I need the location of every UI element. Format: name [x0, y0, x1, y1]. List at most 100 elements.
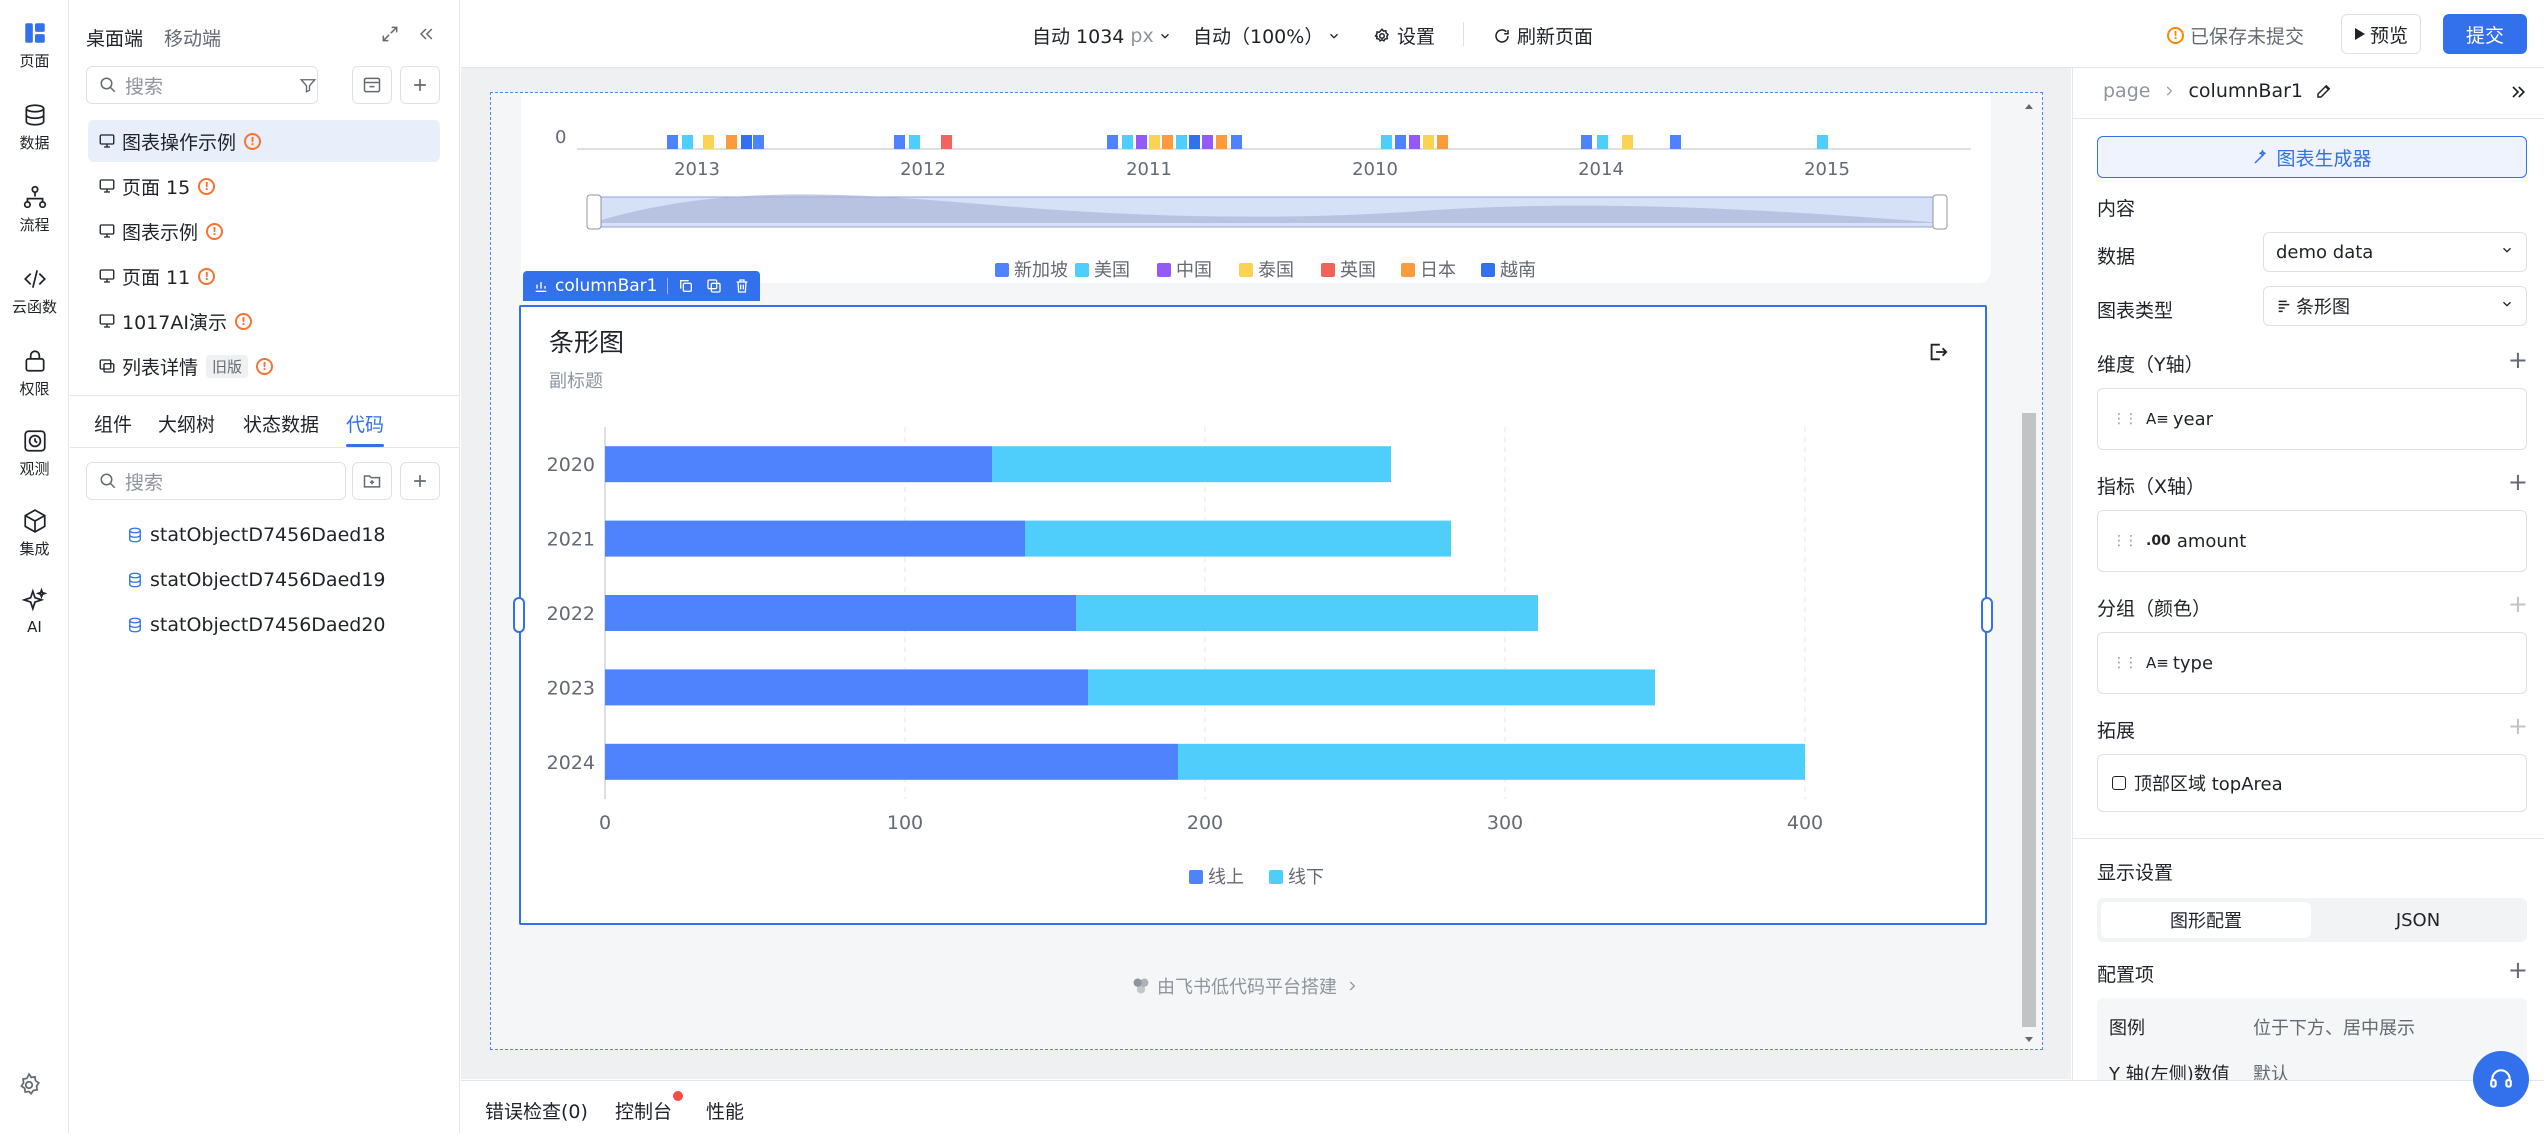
- legend-label[interactable]: 线下: [1288, 867, 1324, 888]
- width-dropdown[interactable]: 自动 1034 px: [1032, 22, 1172, 49]
- extend-field[interactable]: 顶部区域 topArea: [2097, 754, 2527, 812]
- submit-button[interactable]: 提交: [2443, 14, 2527, 54]
- tab-desktop[interactable]: 桌面端: [86, 24, 143, 51]
- add-metric-button[interactable]: +: [2508, 470, 2528, 494]
- bar-线上[interactable]: [605, 595, 1076, 631]
- help-service-button[interactable]: [2473, 1051, 2529, 1107]
- legend-label[interactable]: 中国: [1176, 260, 1212, 281]
- seg-json[interactable]: JSON: [2313, 902, 2523, 938]
- component-tag[interactable]: columnBar1: [523, 271, 761, 301]
- new-template-button[interactable]: [352, 66, 392, 104]
- chart-type-select[interactable]: 条形图: [2263, 286, 2527, 326]
- page-item[interactable]: 列表详情 旧版 !: [88, 345, 440, 387]
- drag-handle-icon[interactable]: ⋮⋮: [2112, 655, 2138, 671]
- expand-icon[interactable]: [380, 24, 400, 44]
- page-item[interactable]: 页面 15 !: [88, 165, 440, 207]
- breadcrumb-root[interactable]: page: [2103, 80, 2150, 102]
- delete-icon[interactable]: [734, 278, 750, 294]
- collapse-panel-icon[interactable]: [416, 24, 436, 44]
- code-item[interactable]: statObjectD7456Daed19: [126, 569, 386, 591]
- new-folder-button[interactable]: [352, 462, 392, 500]
- tab-components[interactable]: 组件: [94, 410, 132, 437]
- tab-state-data[interactable]: 状态数据: [243, 410, 319, 437]
- zoom-dropdown[interactable]: 自动（100%）: [1193, 22, 1341, 49]
- bar-线下[interactable]: [1088, 669, 1655, 706]
- resize-handle-left[interactable]: [513, 597, 525, 633]
- add-page-button[interactable]: [400, 66, 440, 104]
- bar-线上[interactable]: [605, 446, 992, 483]
- rail-item-permission[interactable]: 权限: [0, 348, 69, 399]
- page-item[interactable]: 1017AI演示 !: [88, 300, 440, 342]
- tab-code[interactable]: 代码: [346, 410, 384, 437]
- page-item[interactable]: 图表操作示例 !: [88, 120, 440, 162]
- rail-item-cloud-function[interactable]: 云函数: [0, 266, 69, 317]
- legend-label[interactable]: 日本: [1420, 260, 1456, 281]
- tab-error-check[interactable]: 错误检查(0): [485, 1097, 588, 1124]
- platform-brand-link[interactable]: 由飞书低代码平台搭建: [1131, 973, 1359, 999]
- tab-outline[interactable]: 大纲树: [158, 410, 215, 437]
- group-field[interactable]: ⋮⋮ A≡ type: [2097, 632, 2527, 694]
- code-item[interactable]: statObjectD7456Daed18: [126, 524, 386, 546]
- rail-item-pages[interactable]: 页面: [0, 14, 69, 86]
- add-group-button[interactable]: +: [2508, 592, 2528, 616]
- bar-线下[interactable]: [1025, 520, 1451, 557]
- code-item[interactable]: statObjectD7456Daed20: [126, 614, 386, 636]
- code-search-input[interactable]: 搜索: [86, 462, 346, 500]
- page-item[interactable]: 图表示例 !: [88, 210, 440, 252]
- scroll-up-icon[interactable]: [2020, 99, 2038, 113]
- settings-button[interactable]: 设置: [1373, 22, 1435, 49]
- checkbox-icon[interactable]: [2112, 776, 2126, 790]
- bar-线下[interactable]: [1076, 595, 1538, 631]
- scrollbar-thumb[interactable]: [2022, 413, 2036, 1027]
- bar-线下[interactable]: [992, 446, 1391, 483]
- drag-handle-icon[interactable]: ⋮⋮: [2112, 533, 2138, 549]
- legend-label[interactable]: 泰国: [1258, 260, 1294, 281]
- rail-item-data[interactable]: 数据: [0, 102, 69, 153]
- resize-handle-right[interactable]: [1981, 597, 1993, 633]
- rail-item-observe[interactable]: 观测: [0, 428, 69, 479]
- add-extend-button[interactable]: +: [2508, 714, 2528, 738]
- drag-handle-icon[interactable]: ⋮⋮: [2112, 411, 2138, 427]
- bar-线上[interactable]: [605, 669, 1088, 706]
- data-zoom-handle-left[interactable]: [586, 194, 602, 230]
- legend-label[interactable]: 美国: [1094, 260, 1130, 281]
- data-zoom-handle-right[interactable]: [1932, 194, 1948, 230]
- scroll-down-icon[interactable]: [2020, 1033, 2038, 1047]
- filter-icon[interactable]: [299, 76, 317, 94]
- settings-gear-button[interactable]: [16, 1072, 42, 1103]
- edit-icon[interactable]: [2315, 82, 2333, 100]
- rail-item-flow[interactable]: 流程: [0, 184, 69, 235]
- bar-chart-card[interactable]: 条形图 副标题 0 100 200 300 400 2020 2021 2022 2023 2024 线…: [513, 305, 1993, 925]
- legend-label[interactable]: 越南: [1500, 260, 1536, 281]
- copy-icon[interactable]: [678, 278, 694, 294]
- config-legend-value[interactable]: 位于下方、居中展示: [2253, 1014, 2415, 1040]
- add-config-button[interactable]: +: [2508, 958, 2528, 982]
- config-yaxis-value[interactable]: 默认: [2253, 1060, 2289, 1080]
- tab-console[interactable]: 控制台: [615, 1097, 672, 1124]
- dimension-field[interactable]: ⋮⋮ A≡ year: [2097, 388, 2527, 450]
- add-code-button[interactable]: [400, 462, 440, 500]
- page-search-input[interactable]: 搜索: [86, 66, 318, 104]
- legend-label[interactable]: 线上: [1208, 867, 1244, 888]
- preview-button[interactable]: 预览: [2341, 14, 2421, 54]
- page-item[interactable]: 页面 11 !: [88, 255, 440, 297]
- canvas-scrollbar[interactable]: [2020, 93, 2038, 1049]
- refresh-page-button[interactable]: 刷新页面: [1493, 22, 1593, 49]
- metric-field[interactable]: ⋮⋮ .00 amount: [2097, 510, 2527, 572]
- chart-generator-button[interactable]: 图表生成器: [2097, 136, 2527, 178]
- duplicate-icon[interactable]: [706, 278, 722, 294]
- legend-label[interactable]: 英国: [1340, 260, 1376, 281]
- export-icon[interactable]: [1927, 341, 1949, 363]
- collapse-right-icon[interactable]: [2508, 82, 2528, 102]
- page-canvas[interactable]: 0 2013 2012 2011 2010 2014 2015 新加坡 美国 中国 泰国 英国 日本 越南…: [490, 92, 2043, 1050]
- data-source-select[interactable]: demo data: [2263, 232, 2527, 272]
- bar-线上[interactable]: [605, 743, 1178, 780]
- bar-线上[interactable]: [605, 520, 1025, 557]
- bar-线下[interactable]: [1178, 743, 1805, 780]
- seg-graphic-config[interactable]: 图形配置: [2101, 902, 2311, 938]
- rail-item-ai[interactable]: AI: [0, 588, 69, 636]
- rail-item-integration[interactable]: 集成: [0, 508, 69, 559]
- legend-label[interactable]: 新加坡: [1014, 260, 1068, 281]
- add-dimension-button[interactable]: +: [2508, 348, 2528, 372]
- tab-mobile[interactable]: 移动端: [164, 24, 221, 51]
